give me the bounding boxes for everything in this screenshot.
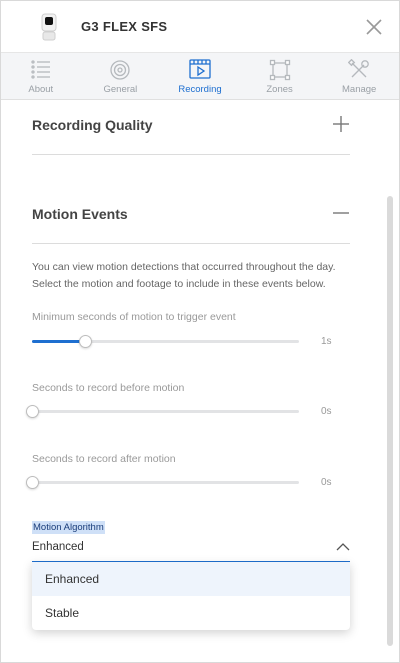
panel-header: G3 FLEX SFS [1,1,399,53]
film-icon [189,59,211,79]
option-stable[interactable]: Stable [32,596,350,630]
post-motion-value: 0s [321,477,332,488]
section-divider [32,154,350,155]
tab-zones[interactable]: Zones [240,53,320,100]
tab-manage-label: Manage [342,84,377,95]
option-label: Stable [45,606,80,620]
camera-lens-icon [110,60,131,80]
option-label: Enhanced [45,572,100,586]
device-title: G3 FLEX SFS [81,19,168,34]
settings-panel: G3 FLEX SFS About General Recording Zone… [0,0,400,663]
pre-motion-label: Seconds to record before motion [32,382,185,394]
close-icon[interactable] [363,16,385,38]
tab-about[interactable]: About [1,53,81,100]
motion-algorithm-dropdown: Enhanced Stable [32,562,350,630]
motion-events-title: Motion Events [32,206,128,222]
tab-about-label: About [28,84,54,95]
tab-manage[interactable]: Manage [319,53,399,100]
camera-device-icon [41,13,57,41]
tab-zones-label: Zones [266,84,293,95]
tab-general-label: General [103,84,138,95]
zones-icon [269,59,290,81]
chevron-up-icon[interactable] [336,542,350,552]
tab-general[interactable]: General [81,53,161,100]
motion-events-description: You can view motion detections that occu… [32,261,336,290]
expand-plus-icon[interactable] [332,115,350,133]
tools-icon [348,59,370,78]
min-motion-slider[interactable] [32,335,299,348]
scrollbar[interactable] [387,196,393,646]
slider-thumb[interactable] [79,335,93,348]
recording-quality-title: Recording Quality [32,117,153,133]
slider-thumb[interactable] [26,405,39,418]
min-motion-value: 1s [321,336,332,347]
recording-settings: Recording Quality Motion Events You can … [1,101,387,662]
tab-recording[interactable]: Recording [160,53,240,100]
post-motion-label: Seconds to record after motion [32,453,176,465]
tab-bar: About General Recording Zones Manage [1,53,399,100]
min-motion-label: Minimum seconds of motion to trigger eve… [32,311,236,323]
pre-motion-slider[interactable] [26,405,299,418]
tab-recording-label: Recording [178,84,222,95]
collapse-minus-icon[interactable] [332,204,350,222]
slider-thumb[interactable] [26,476,39,489]
option-enhanced[interactable]: Enhanced [32,562,350,596]
section-divider [32,243,350,244]
post-motion-slider[interactable] [26,476,299,489]
pre-motion-value: 0s [321,406,332,417]
motion-algorithm-label: Motion Algorithm [32,521,105,534]
list-icon [31,60,50,79]
motion-algorithm-select[interactable]: Enhanced [32,539,350,562]
select-value: Enhanced [32,541,84,553]
slider-fill [32,340,86,343]
